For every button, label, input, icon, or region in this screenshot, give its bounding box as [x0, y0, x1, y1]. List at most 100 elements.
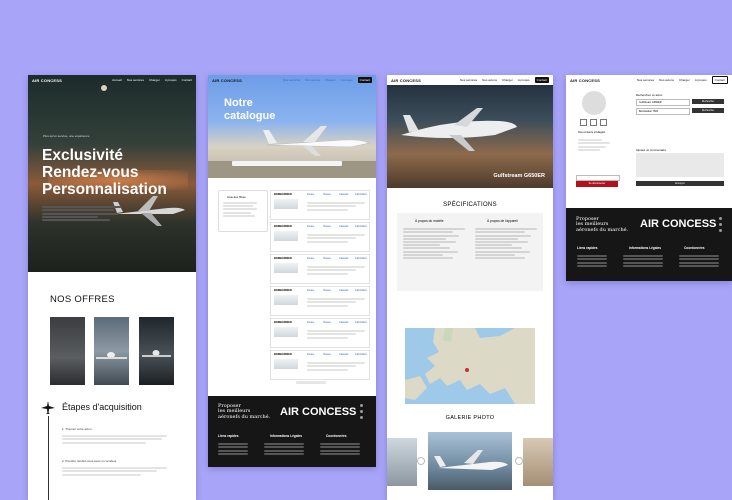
mockup-product: AIR CONCESS Nos services Nos avions Char… — [387, 75, 553, 500]
nav-link[interactable]: Charger — [325, 78, 336, 82]
jet-photo — [401, 108, 517, 151]
search-label: Recherchez un avion — [636, 93, 663, 97]
nav-link[interactable]: Nos services — [283, 78, 300, 82]
nav-link[interactable]: A propos — [518, 78, 530, 82]
spec-column-label: Capacité — [339, 193, 349, 196]
spec-column-label: Portée — [307, 193, 315, 196]
europe-map[interactable] — [405, 328, 535, 404]
footer-col-title: Liens rapides — [577, 246, 598, 250]
social-icons[interactable] — [719, 217, 722, 232]
jet-photo — [434, 450, 508, 470]
spec-column-label: Capacité — [339, 257, 349, 260]
social-icon[interactable] — [360, 410, 363, 413]
gallery-prev[interactable] — [417, 457, 425, 465]
social-icon[interactable] — [360, 416, 363, 419]
tagline-line: aéronefs du marché. — [218, 413, 271, 420]
gallery-photo-right[interactable] — [523, 438, 553, 486]
offer-card-3[interactable] — [139, 317, 174, 385]
social-icon[interactable] — [719, 229, 722, 232]
logo[interactable]: AIR CONCESS — [391, 78, 421, 83]
filter-label: Liste des filtres — [227, 195, 246, 199]
aircraft-card[interactable]: BOMBARDIER Portée Vitesse Capacité Fabricati… — [270, 318, 370, 348]
spec-column-label: Fabrication — [355, 289, 367, 292]
steps-title: Étapes d'acquisition — [62, 402, 142, 412]
spec-column-label: Vitesse — [323, 289, 331, 292]
trash-icon[interactable] — [600, 119, 607, 126]
search-input-1[interactable]: Gulfstream G650ER — [636, 99, 690, 106]
nav-link[interactable]: Nos avions — [305, 78, 320, 82]
nav-link[interactable]: Charger — [679, 78, 690, 82]
send-button[interactable]: Envoyer — [636, 181, 724, 186]
nav-link[interactable]: Nos services — [637, 78, 654, 82]
aircraft-card[interactable]: BOMBARDIER Portée Vitesse Capacité Fabricati… — [270, 350, 370, 380]
nav-link[interactable]: Nos services — [127, 78, 144, 82]
aircraft-description — [307, 297, 365, 308]
search-bar[interactable] — [232, 161, 342, 166]
nav-link[interactable]: Nos avions — [482, 78, 497, 82]
jet-front-icon — [96, 352, 127, 359]
gallery-next[interactable] — [515, 457, 523, 465]
nav-link[interactable]: Contact — [182, 78, 192, 82]
contact-button[interactable]: Contact — [357, 77, 372, 83]
lock-icon[interactable] — [590, 119, 597, 126]
spec-left-title: À propos du modèle — [415, 219, 444, 223]
footer-tagline: Proposer les meilleurs aéronefs du march… — [218, 403, 271, 420]
logo[interactable]: AIR CONCESS — [570, 78, 600, 83]
hero-title: Exclusivité Rendez-vous Personnalisation — [42, 147, 167, 198]
message-textarea[interactable] — [636, 153, 724, 177]
search-input-2[interactable]: Bombardier 7500 — [636, 108, 690, 115]
logout-button[interactable]: Se déconnecter — [576, 181, 618, 187]
spec-title: SPÉCIFICATIONS — [443, 202, 497, 208]
spec-column-label: Portée — [307, 289, 315, 292]
nav-bar: AIR CONCESS Nos services Nos avions Char… — [208, 75, 376, 85]
nav-link[interactable]: A propos — [165, 78, 177, 82]
logo[interactable]: AIR CONCESS — [212, 78, 242, 83]
offer-card-2[interactable] — [94, 317, 129, 385]
search-button-1[interactable]: Rechercher — [692, 99, 724, 104]
aircraft-description — [307, 361, 365, 372]
nav-link[interactable]: Charger — [502, 78, 513, 82]
footer: Proposer les meilleurs aéronefs du march… — [566, 208, 732, 281]
contact-button[interactable]: Contact — [534, 77, 549, 83]
hero-title-line: Exclusivité — [42, 147, 123, 164]
social-icon[interactable] — [719, 223, 722, 226]
nav-link[interactable]: A propos — [695, 78, 707, 82]
spec-column-label: Capacité — [339, 353, 349, 356]
social-icon[interactable] — [360, 404, 363, 407]
nav-link[interactable]: Nos avions — [659, 78, 674, 82]
spec-column-label: Fabrication — [355, 257, 367, 260]
footer-tagline: Proposer les meilleurs aéronefs du march… — [576, 216, 628, 233]
gallery-photo-main[interactable] — [428, 432, 512, 490]
search-button-2[interactable]: Rechercher — [692, 108, 724, 113]
step-1-title: 1. Trouvez votre avion — [62, 427, 92, 431]
product-hero — [387, 75, 553, 188]
aircraft-thumbnail — [274, 231, 298, 241]
aircraft-card[interactable]: BOMBARDIER Portée Vitesse Capacité Fabricati… — [270, 286, 370, 316]
aircraft-model: BOMBARDIER — [274, 257, 292, 260]
nav-link[interactable]: A propos — [341, 78, 353, 82]
moon — [101, 85, 107, 91]
footer-col-title: Informations Légales — [629, 246, 662, 250]
social-icons[interactable] — [360, 404, 363, 419]
spec-column-label: Capacité — [339, 289, 349, 292]
avatar[interactable] — [582, 91, 606, 115]
contact-button[interactable]: Contact — [711, 76, 728, 84]
gallery-photo-left[interactable] — [387, 438, 417, 486]
nav-link[interactable]: Nos services — [460, 78, 477, 82]
aircraft-thumbnail — [274, 199, 298, 209]
pagination[interactable] — [296, 381, 326, 384]
offer-card-1[interactable] — [50, 317, 85, 385]
aircraft-card[interactable]: BOMBARDIER Portée Vitesse Capacité Fabricati… — [270, 222, 370, 252]
footer-brand: AIR CONCESS — [640, 218, 717, 230]
edit-icon[interactable] — [580, 119, 587, 126]
aircraft-card[interactable]: BOMBARDIER Portée Vitesse Capacité Fabricati… — [270, 254, 370, 284]
logo[interactable]: AIR CONCESS — [32, 78, 62, 83]
spec-panel: À propos du modèle À propos de l'apparei… — [397, 213, 543, 291]
jet-photo — [263, 126, 370, 156]
aircraft-card[interactable]: BOMBARDIER Portée Vitesse Capacité Fabricati… — [270, 190, 370, 220]
catalogue-title-line: Notre — [224, 97, 253, 109]
nav-link[interactable]: Accueil — [112, 78, 122, 82]
social-icon[interactable] — [719, 217, 722, 220]
footer-col-title: Coordonnées — [326, 434, 347, 438]
nav-link[interactable]: Charger — [149, 78, 160, 82]
